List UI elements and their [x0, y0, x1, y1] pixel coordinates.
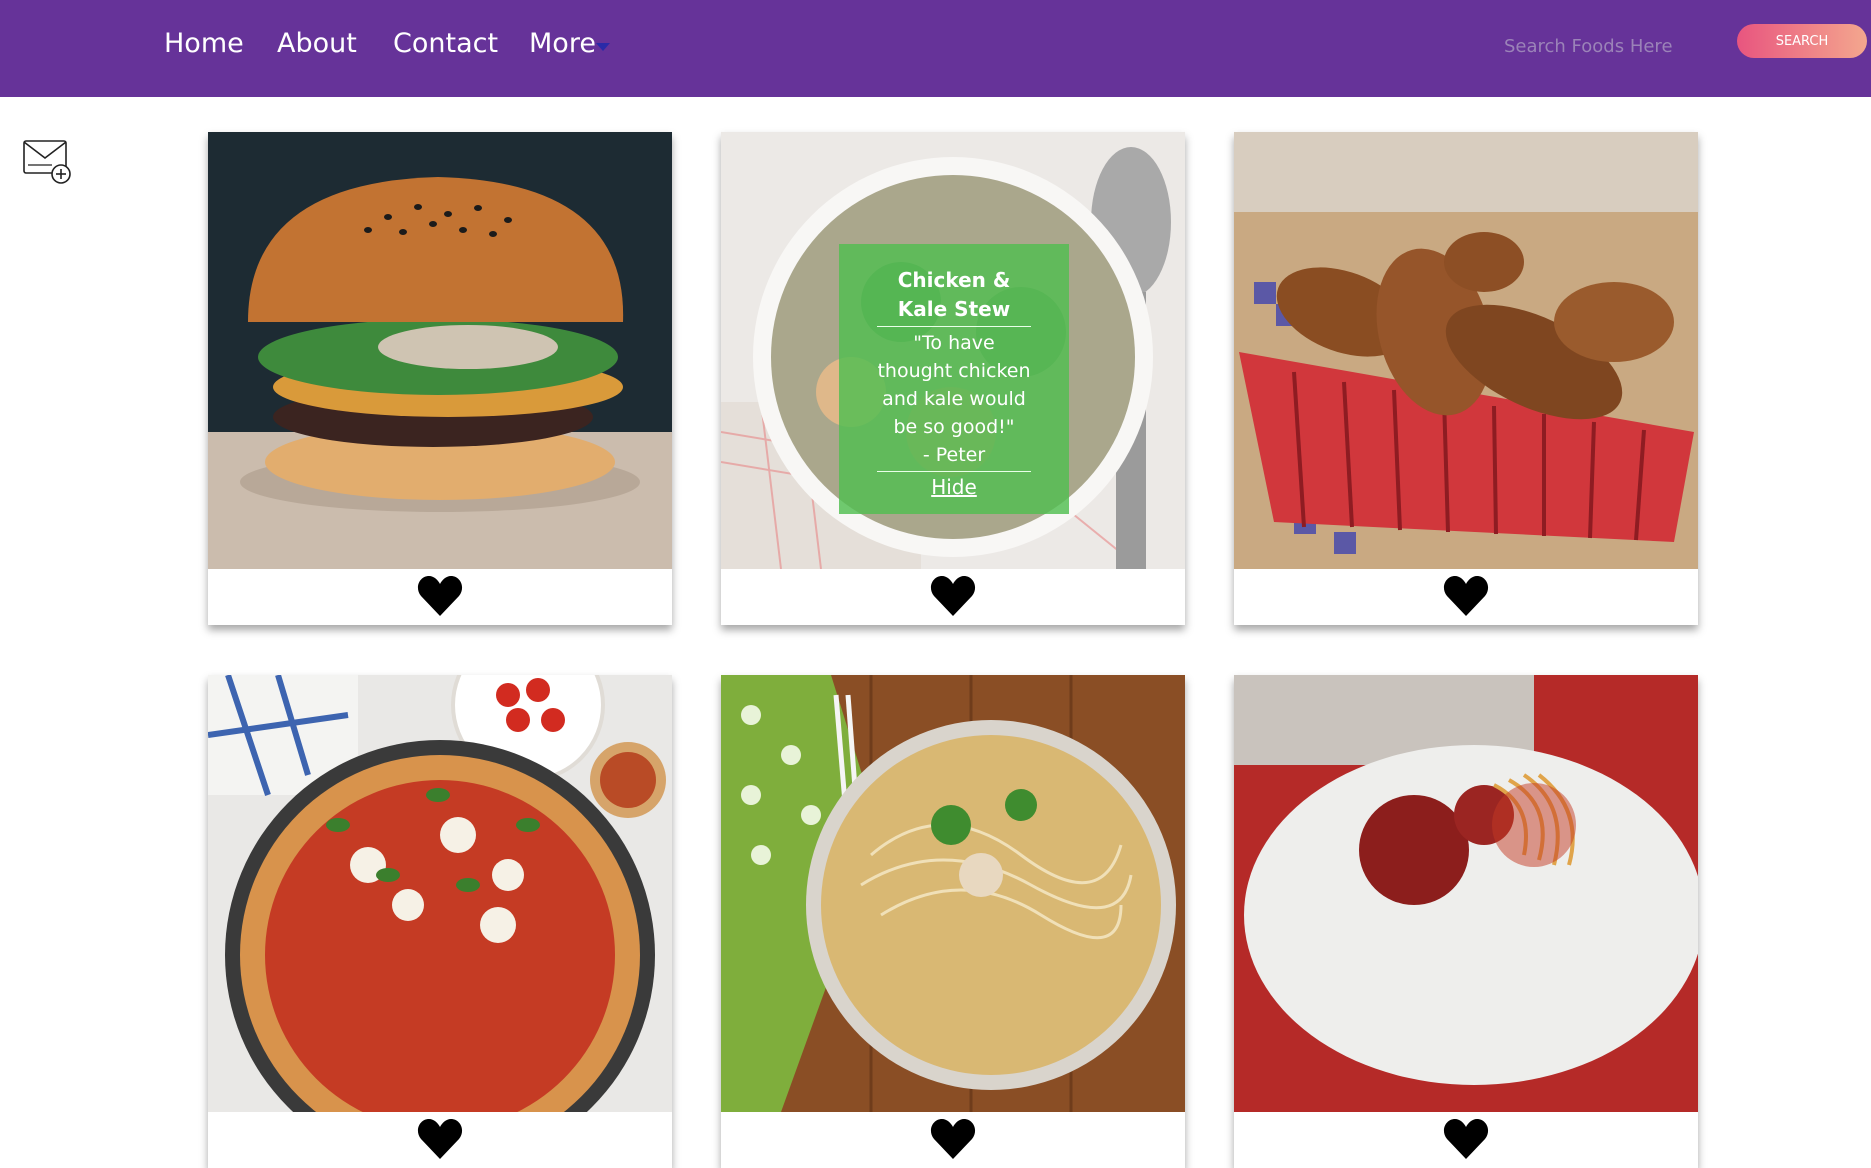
overlay-quote: "To have thought chicken and kale would …: [877, 332, 1031, 438]
overlay-author: - Peter: [877, 441, 1031, 472]
heart-icon[interactable]: [416, 1115, 464, 1163]
heart-icon[interactable]: [1442, 572, 1490, 620]
nav-contact-link[interactable]: Contact: [393, 28, 498, 59]
overlay-hide-link[interactable]: Hide: [931, 475, 977, 499]
heart-icon[interactable]: [1442, 1115, 1490, 1163]
food-card-burger: [208, 132, 672, 625]
nav-about-link[interactable]: About: [277, 28, 357, 59]
heart-icon[interactable]: [929, 1115, 977, 1163]
nav-home-link[interactable]: Home: [164, 28, 244, 59]
noodles-image[interactable]: [721, 675, 1185, 1112]
heart-icon[interactable]: [929, 572, 977, 620]
food-card-stew: Chicken & Kale Stew "To have thought chi…: [721, 132, 1185, 625]
food-card-spaghetti: [1234, 675, 1698, 1168]
envelope-plus-icon[interactable]: [22, 138, 72, 186]
food-card-pizza: [208, 675, 672, 1168]
search-input[interactable]: [1500, 26, 1708, 66]
nav-more-dropdown[interactable]: More: [529, 28, 596, 59]
overlay-title: Chicken & Kale Stew: [877, 266, 1031, 327]
food-card-noodles: [721, 675, 1185, 1168]
pizza-image[interactable]: [208, 675, 672, 1112]
heart-icon[interactable]: [416, 572, 464, 620]
review-overlay: Chicken & Kale Stew "To have thought chi…: [839, 244, 1069, 514]
food-card-poppers: [1234, 132, 1698, 625]
caret-down-icon: [596, 43, 610, 51]
poppers-image[interactable]: [1234, 132, 1698, 569]
burger-image[interactable]: [208, 132, 672, 569]
top-nav-bar: Home About Contact More SEARCH: [0, 0, 1871, 97]
search-button[interactable]: SEARCH: [1737, 24, 1867, 58]
spaghetti-image[interactable]: [1234, 675, 1698, 1112]
